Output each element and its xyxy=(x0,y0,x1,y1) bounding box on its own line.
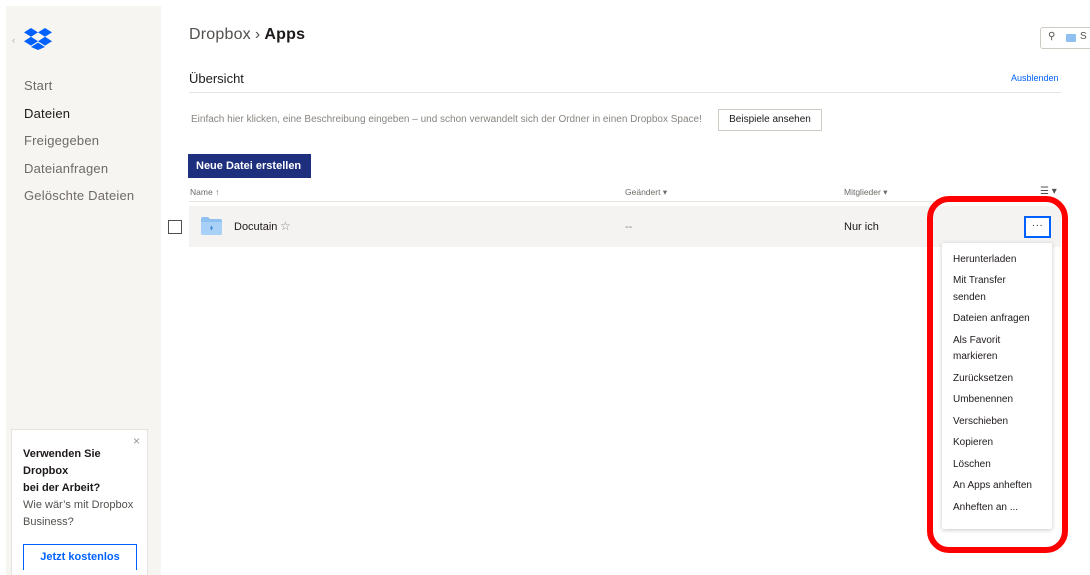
members-value: Nur ich xyxy=(844,221,879,233)
star-icon[interactable]: ☆ xyxy=(280,219,291,233)
divider xyxy=(189,201,1061,202)
promo-title-line1: Verwenden Sie Dropbox xyxy=(23,448,101,477)
overview-title: Übersicht xyxy=(189,71,244,86)
sort-caret-icon: ▾ xyxy=(883,187,888,197)
sidebar-item-deleted-files[interactable]: Gelöschte Dateien xyxy=(24,182,134,210)
close-icon[interactable]: × xyxy=(133,434,140,448)
column-header-changed[interactable]: Geändert ▾ xyxy=(625,187,667,198)
modified-value: -- xyxy=(625,221,633,233)
create-new-file-button[interactable]: Neue Datei erstellen ⌄ xyxy=(188,154,311,196)
promo-title-line2: bei der Arbeit? xyxy=(23,482,101,494)
view-examples-button[interactable]: Beispiele ansehen xyxy=(718,109,822,131)
create-new-file-label: Neue Datei erstellen xyxy=(196,160,302,172)
highlight-outline xyxy=(927,196,1068,553)
column-changed-label: Geändert xyxy=(625,187,661,197)
sidebar: ‹ Start Dateien Freigegeben Dateianfrage… xyxy=(6,6,161,575)
column-members-label: Mitglieder xyxy=(844,187,881,197)
dropbox-logo[interactable] xyxy=(24,28,52,50)
breadcrumb-root[interactable]: Dropbox xyxy=(189,26,251,43)
search-input[interactable]: ⚲ S xyxy=(1040,27,1090,49)
search-scope-text: S xyxy=(1080,31,1087,42)
breadcrumb-current: Apps xyxy=(264,26,306,43)
collapse-sidebar-icon[interactable]: ‹ xyxy=(12,35,15,45)
promo-title: Verwenden Sie Dropbox bei der Arbeit? xyxy=(23,446,133,497)
column-name-label: Name xyxy=(190,187,213,197)
search-icon: ⚲ xyxy=(1048,31,1056,42)
file-name[interactable]: Docutain xyxy=(234,221,277,233)
sidebar-item-shared[interactable]: Freigegeben xyxy=(24,127,134,155)
folder-description-input[interactable]: Einfach hier klicken, eine Beschreibung … xyxy=(191,114,702,125)
row-checkbox[interactable] xyxy=(168,220,182,234)
hide-overview-link[interactable]: Ausblenden xyxy=(1011,73,1059,83)
sort-caret-icon: ▾ xyxy=(662,187,668,197)
business-promo: × Verwenden Sie Dropbox bei der Arbeit? … xyxy=(11,429,148,575)
column-header-name[interactable]: Name ↑ xyxy=(190,187,219,197)
breadcrumb: Dropbox › Apps xyxy=(189,26,305,44)
sort-arrow-icon: ↑ xyxy=(215,187,220,197)
try-free-button[interactable]: Jetzt kostenlos xyxy=(23,544,137,570)
folder-icon xyxy=(201,217,222,235)
folder-scope-icon xyxy=(1066,34,1076,42)
sidebar-item-start[interactable]: Start xyxy=(24,72,134,100)
divider xyxy=(189,92,1061,93)
breadcrumb-separator: › xyxy=(254,26,261,43)
sidebar-item-files[interactable]: Dateien xyxy=(24,100,134,128)
sidebar-item-file-requests[interactable]: Dateianfragen xyxy=(24,155,134,183)
promo-text: Wie wär’s mit Dropbox Business? xyxy=(23,499,134,528)
column-header-members[interactable]: Mitglieder ▾ xyxy=(844,187,888,198)
sidebar-nav: Start Dateien Freigegeben Dateianfragen … xyxy=(24,72,134,210)
